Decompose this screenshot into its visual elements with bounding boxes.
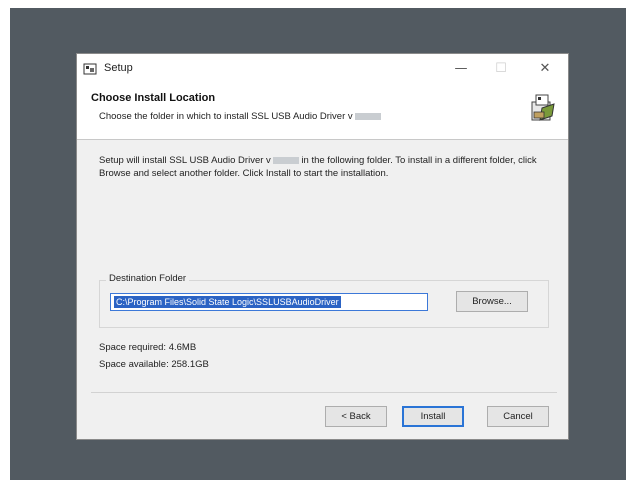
destination-folder-label: Destination Folder: [106, 273, 190, 284]
install-description: Setup will install SSL USB Audio Driver …: [99, 154, 549, 180]
back-button[interactable]: < Back: [325, 406, 387, 427]
redacted-version: [272, 156, 299, 164]
cancel-button[interactable]: Cancel: [487, 406, 549, 427]
installer-box-icon: [531, 94, 555, 121]
setup-dialog: Setup — ☐ ✕ Choose Install Location Choo…: [76, 53, 569, 440]
destination-path-value: C:\Program Files\Solid State Logic\SSLUS…: [114, 296, 341, 308]
destination-folder-group: Destination Folder C:\Program Files\Soli…: [99, 273, 549, 328]
maximize-button[interactable]: ☐: [486, 58, 516, 80]
install-button[interactable]: Install: [402, 406, 464, 427]
page-subtitle: Choose the folder in which to install SS…: [99, 111, 381, 122]
window-title: Setup: [104, 62, 133, 74]
title-bar[interactable]: Setup — ☐ ✕: [77, 54, 568, 84]
header-banner: Choose Install Location Choose the folde…: [77, 84, 568, 140]
installer-icon: [83, 63, 97, 75]
page-subtitle-text: Choose the folder in which to install SS…: [99, 111, 353, 122]
space-required: Space required: 4.6MB: [99, 342, 197, 353]
space-available: Space available: 258.1GB: [99, 359, 209, 370]
close-button[interactable]: ✕: [530, 58, 560, 80]
redacted-version: [354, 112, 381, 120]
destination-path-input[interactable]: C:\Program Files\Solid State Logic\SSLUS…: [110, 293, 428, 311]
footer-divider: [91, 392, 557, 393]
minimize-button[interactable]: —: [446, 58, 476, 80]
browse-button[interactable]: Browse...: [456, 291, 528, 312]
description-part1: Setup will install SSL USB Audio Driver …: [99, 155, 271, 166]
page-title: Choose Install Location: [91, 92, 216, 104]
